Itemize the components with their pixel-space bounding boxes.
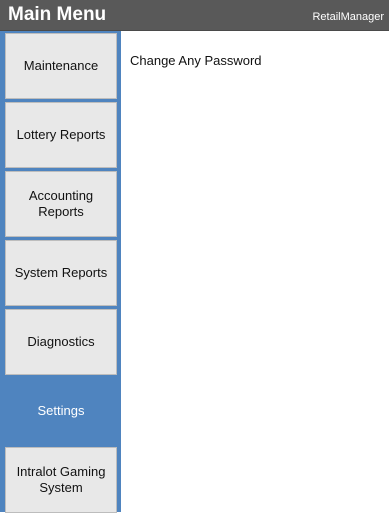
header-bar: Main Menu RetailManager	[0, 0, 389, 31]
sidebar: Maintenance Lottery Reports Accounting R…	[0, 31, 121, 513]
sidebar-item-lottery-reports[interactable]: Lottery Reports	[5, 102, 117, 168]
app-name: RetailManager	[312, 11, 384, 23]
sidebar-item-intralot-gaming-system[interactable]: Intralot Gaming System	[5, 447, 117, 513]
sidebar-item-label: Settings	[37, 403, 85, 418]
sidebar-item-label: Maintenance	[23, 58, 99, 73]
page-title: Main Menu	[8, 4, 107, 25]
sidebar-item-system-reports[interactable]: System Reports	[5, 240, 117, 306]
change-any-password-link[interactable]: Change Any Password	[130, 53, 262, 68]
sidebar-item-diagnostics[interactable]: Diagnostics	[5, 309, 117, 375]
sidebar-item-settings[interactable]: Settings	[5, 378, 117, 444]
sidebar-item-label: Intralot Gaming System	[16, 464, 106, 495]
main-content: Change Any Password	[121, 31, 389, 512]
sidebar-item-accounting-reports[interactable]: Accounting Reports	[5, 171, 117, 237]
sidebar-item-label: Accounting Reports	[28, 188, 94, 219]
sidebar-item-label: Diagnostics	[27, 334, 95, 349]
sidebar-item-label: System Reports	[14, 265, 108, 280]
sidebar-item-maintenance[interactable]: Maintenance	[5, 33, 117, 99]
sidebar-item-label: Lottery Reports	[16, 127, 106, 142]
